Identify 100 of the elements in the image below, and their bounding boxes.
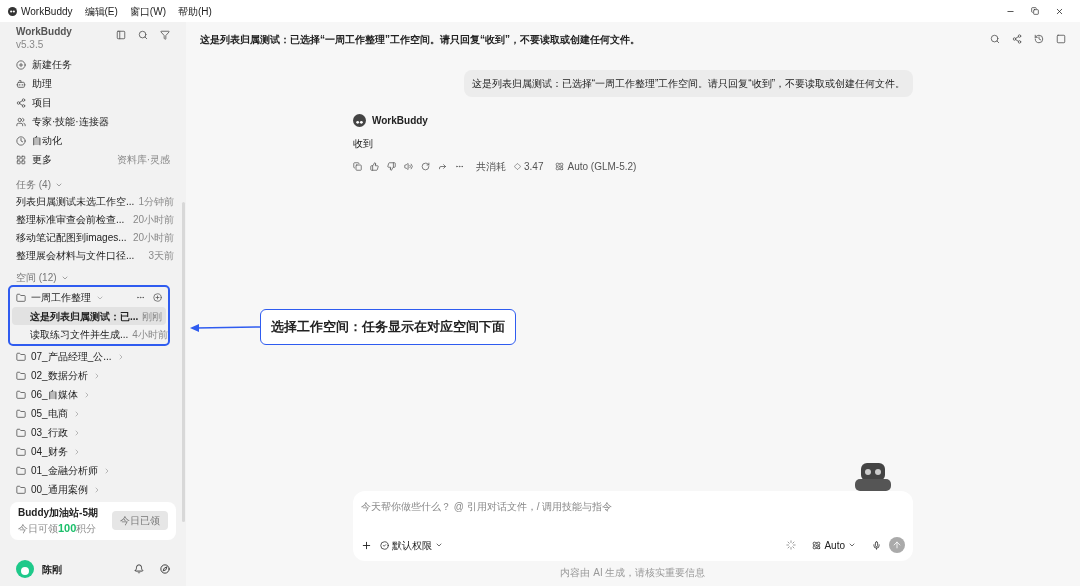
space-name: 03_行政 [31,426,68,440]
task-title: 列表归属测试未选工作空... [16,194,135,209]
nav-label: 更多 [32,153,52,167]
task-item[interactable]: 列表归属测试未选工作空... 1分钟前 [0,192,186,210]
space-item[interactable]: 03_行政 [12,423,166,442]
space-item[interactable]: 01_金融分析师 [12,461,166,480]
nav-item[interactable]: 自动化 [0,131,186,150]
folder-icon [16,292,26,303]
space-item[interactable]: 06_自媒体 [12,385,166,404]
bell-icon[interactable] [134,564,144,574]
folder-icon [16,427,26,438]
claimed-button[interactable]: 今日已领 [112,511,168,531]
chevron-down-icon [848,541,856,549]
task-item[interactable]: 整理标准审查会前检查... 20小时前 [0,210,186,228]
assistant-avatar [353,114,366,127]
task-title: 整理展会材料与文件口径... [16,248,135,263]
arrow-up-icon [892,540,902,550]
space-item[interactable]: 05_电商 [12,404,166,423]
send-button[interactable] [889,537,905,553]
check-icon [380,540,389,550]
task-title: 移动笔记配图到images... [16,230,127,245]
folder-icon [16,465,26,476]
add-icon[interactable] [361,539,372,551]
nav-item[interactable]: 更多 资料库·灵感 [0,150,186,169]
space-item[interactable]: 04_财务 [12,442,166,461]
space-item[interactable]: 07_产品经理_公... [12,347,166,366]
nav-item[interactable]: 新建任务 [0,55,186,74]
task-time: 20小时前 [132,212,174,227]
nav-label: 专家·技能·连接器 [32,115,109,129]
promo-points: 100 [58,521,77,536]
promo-title: Buddy加油站-5期 [18,506,98,520]
folder-icon [16,370,26,381]
sidebar-toggle-icon[interactable] [116,30,126,40]
space-name: 05_电商 [31,407,68,421]
message-composer[interactable]: 今天帮你做些什么？ @ 引用对话文件，/ 调用技能与指令 默认权限 Auto [353,491,913,561]
diamond-icon [514,163,521,170]
search-icon[interactable] [138,30,148,40]
chevron-down-icon [435,541,443,549]
nav-icon [16,154,26,165]
more-icon[interactable] [455,162,464,171]
restore-icon[interactable] [1031,7,1039,15]
space-name: 一周工作整理 [31,291,91,305]
task-title: 这是列表归属测试：已... [30,309,139,324]
close-icon[interactable] [1055,6,1064,16]
thumbs-up-icon[interactable] [370,162,379,171]
space-item[interactable]: 02_数据分析 [12,366,166,385]
assistant-reply: 收到 [353,137,374,151]
nav-label: 自动化 [32,134,62,148]
composer-placeholder: 今天帮你做些什么？ @ 引用对话文件，/ 调用技能与指令 [361,500,614,514]
menu-item[interactable]: 帮助(H) [177,3,212,19]
thumbs-down-icon[interactable] [387,162,396,171]
space-name: 00_通用案例 [31,483,88,497]
filter-icon[interactable] [160,30,170,40]
task-time: 4小时前 [132,327,168,342]
nav-icon [16,97,26,108]
nav-item[interactable]: 专家·技能·连接器 [0,112,186,131]
user-avatar[interactable] [16,560,34,578]
task-time: 刚刚 [142,309,163,324]
retry-icon[interactable] [421,162,430,171]
model-dropdown[interactable]: Auto [812,537,856,553]
more-icon[interactable] [136,293,145,302]
section-header[interactable]: 任务 (4) [16,177,51,192]
panel-icon[interactable] [1056,34,1066,44]
speaker-icon[interactable] [404,162,413,171]
space-item[interactable]: 一周工作整理 [12,288,166,307]
nav-icon [16,116,26,127]
task-time: 1分钟前 [138,194,174,209]
history-icon[interactable] [1034,34,1044,44]
nav-icon [16,135,26,146]
microphone-icon[interactable] [872,540,881,550]
space-item[interactable]: 00_通用案例 [12,480,166,499]
nav-item[interactable]: 项目 [0,93,186,112]
menu-item[interactable]: 编辑(E) [84,3,118,19]
folder-icon [16,484,26,495]
space-name: 07_产品经理_公... [31,350,112,364]
space-task-item[interactable]: 这是列表归属测试：已... 刚刚 [12,307,166,325]
section-header[interactable]: 空间 (12) [16,270,57,285]
compass-icon[interactable] [160,564,170,574]
pointer-arrow [190,323,260,333]
nav-item[interactable]: 助理 [0,74,186,93]
space-name: 01_金融分析师 [31,464,98,478]
task-item[interactable]: 整理展会材料与文件口径... 3天前 [0,246,186,264]
permission-dropdown[interactable]: 默认权限 [380,537,443,553]
nav-icon [16,59,26,70]
nav-label: 助理 [32,77,52,91]
forward-icon[interactable] [438,162,447,171]
share-icon[interactable] [1012,34,1022,44]
assistant-name: WorkBuddy [372,114,428,128]
space-task-item[interactable]: 读取练习文件并生成... 4小时前 [12,325,166,343]
app-logo-icon [8,6,17,16]
menu-item[interactable]: 窗口(W) [129,3,166,19]
user-message: 这是列表归属测试：已选择“一周工作整理”工作空间。请只回复“收到”，不要读取或创建任何文件。 [463,70,913,97]
cost-value: 3.47 [524,160,544,174]
app-name: WorkBuddy [21,4,73,19]
annotation-callout: 选择工作空间：任务显示在对应空间下面 [260,309,516,345]
promo-card[interactable]: Buddy加油站-5期 今日可领100积分 今日已领 [10,502,176,540]
search-icon[interactable] [990,34,1000,44]
task-item[interactable]: 移动笔记配图到images... 20小时前 [0,228,186,246]
copy-icon[interactable] [353,162,362,171]
space-name: 04_财务 [31,445,68,459]
